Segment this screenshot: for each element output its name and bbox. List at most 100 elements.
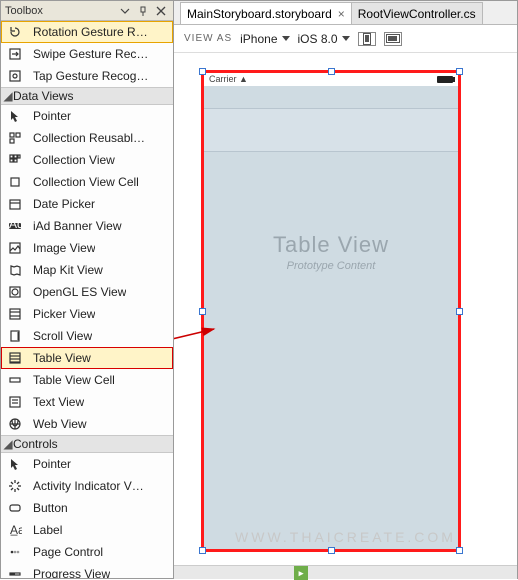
collapse-icon: ◢ (3, 437, 13, 451)
toolbox-item-text[interactable]: Text View (1, 391, 173, 413)
toolbox-item-label: Collection Reusabl… (33, 131, 145, 145)
resize-handle[interactable] (199, 547, 206, 554)
scroll-icon (7, 328, 23, 344)
toolbox-item-label: Page Control (33, 545, 103, 559)
svg-text:A̲a: A̲a (10, 523, 22, 537)
toolbox-item-label: Activity Indicator V… (33, 479, 144, 493)
toolbox-item-activity[interactable]: Activity Indicator V… (1, 475, 173, 497)
resize-handle[interactable] (328, 68, 335, 75)
toolbox-item-rotate[interactable]: Rotation Gesture R… (1, 21, 173, 43)
toolbox-item-label: OpenGL ES View (33, 285, 126, 299)
toolbox-item-web[interactable]: Web View (1, 413, 173, 435)
tab-label: RootViewController.cs (358, 7, 476, 21)
toolbox-list: Rotation Gesture R… Swipe Gesture Rec… Tap… (1, 21, 173, 578)
design-canvas[interactable]: Carrier ▲ Table View Prototype Content (174, 53, 517, 565)
toolbox-item-label: Collection View (33, 153, 115, 167)
watermark-text: WWW.THAICREATE.COM (235, 529, 456, 545)
toolbox-item-label: Label (33, 523, 62, 537)
tab-storyboard[interactable]: MainStoryboard.storyboard × (180, 2, 352, 24)
toolbox-item-collview[interactable]: Collection View (1, 149, 173, 171)
activity-icon (7, 478, 23, 494)
toolbox-item-label: Tap Gesture Recog… (33, 69, 148, 83)
toolbox-item-label: Swipe Gesture Rec… (33, 47, 148, 61)
toolbox-item-opengl[interactable]: OpenGL ES View (1, 281, 173, 303)
toolbox-item-table[interactable]: Table View (1, 347, 173, 369)
toolbox-item-pointer[interactable]: Pointer (1, 105, 173, 127)
pointer-icon (7, 456, 23, 472)
toolbox-item-picker[interactable]: Picker View (1, 303, 173, 325)
toolbox-item-label: Text View (33, 395, 84, 409)
toolbox-item-tablecell[interactable]: Table View Cell (1, 369, 173, 391)
group-header-controls[interactable]: ◢Controls (1, 435, 173, 453)
battery-icon (437, 76, 453, 83)
prototype-cell-row (203, 108, 459, 152)
button-icon (7, 500, 23, 516)
phone-frame[interactable]: Carrier ▲ Table View Prototype Content (202, 71, 460, 551)
toolbox-item-scroll[interactable]: Scroll View (1, 325, 173, 347)
resize-handle[interactable] (199, 68, 206, 75)
toolbox-item-label: Pointer (33, 109, 71, 123)
group-header-data-views[interactable]: ◢Data Views (1, 87, 173, 105)
carrier-label: Carrier ▲ (209, 74, 248, 84)
close-icon[interactable] (153, 3, 169, 19)
pointer-icon (7, 108, 23, 124)
os-dropdown[interactable]: iOS 8.0 (298, 32, 350, 46)
picker-icon (7, 306, 23, 322)
pin-icon[interactable] (135, 3, 151, 19)
toolbox-item-progress[interactable]: Progress View (1, 563, 173, 578)
toolbox-item-map[interactable]: Map Kit View (1, 259, 173, 281)
toolbox-item-label: Table View Cell (33, 373, 115, 387)
toolbox-item-label: Web View (33, 417, 87, 431)
status-indicator-icon: ▸ (294, 566, 308, 580)
rotate-icon (7, 24, 23, 40)
document-tabstrip: MainStoryboard.storyboard × RootViewCont… (174, 1, 517, 25)
datepicker-icon (7, 196, 23, 212)
iad-icon: iAd (7, 218, 23, 234)
designer-panel: MainStoryboard.storyboard × RootViewCont… (174, 0, 518, 579)
toolbox-item-swipe[interactable]: Swipe Gesture Rec… (1, 43, 173, 65)
wifi-icon: ▲ (239, 74, 248, 84)
close-tab-icon[interactable]: × (338, 7, 345, 21)
toolbox-item-label: Date Picker (33, 197, 95, 211)
device-dropdown[interactable]: iPhone (240, 32, 289, 46)
toolbox-item-collreuse[interactable]: Collection Reusabl… (1, 127, 173, 149)
toolbox-item-datepicker[interactable]: Date Picker (1, 193, 173, 215)
orientation-portrait-icon[interactable] (358, 32, 376, 46)
chevron-down-icon (282, 36, 290, 41)
toolbox-item-label: Scroll View (33, 329, 92, 343)
device-value: iPhone (240, 32, 277, 46)
toolbox-item-iad[interactable]: iAdiAd Banner View (1, 215, 173, 237)
toolbox-item-collcell[interactable]: Collection View Cell (1, 171, 173, 193)
tab-label: MainStoryboard.storyboard (187, 7, 332, 21)
resize-handle[interactable] (456, 547, 463, 554)
group-label: Controls (13, 437, 58, 451)
label-icon: A̲a (7, 522, 23, 538)
os-value: iOS 8.0 (298, 32, 338, 46)
toolbox-item-label: Table View (33, 351, 91, 365)
toolbox-item-image[interactable]: Image View (1, 237, 173, 259)
resize-handle[interactable] (199, 308, 206, 315)
collview-icon (7, 152, 23, 168)
resize-handle[interactable] (456, 68, 463, 75)
toolbox-item-label: Button (33, 501, 68, 515)
orientation-landscape-icon[interactable] (384, 32, 402, 46)
pagectrl-icon (7, 544, 23, 560)
resize-handle[interactable] (456, 308, 463, 315)
window-dropdown-icon[interactable] (117, 3, 133, 19)
toolbox-item-pointer[interactable]: Pointer (1, 453, 173, 475)
swipe-icon (7, 46, 23, 62)
viewas-bar: VIEW AS iPhone iOS 8.0 (174, 25, 517, 53)
opengl-icon (7, 284, 23, 300)
toolbox-item-button[interactable]: Button (1, 497, 173, 519)
tab-rootviewcontroller[interactable]: RootViewController.cs (351, 2, 483, 24)
table-view-placeholder[interactable]: Table View Prototype Content (203, 86, 459, 550)
toolbox-item-label[interactable]: A̲a Label (1, 519, 173, 541)
resize-handle[interactable] (328, 547, 335, 554)
chevron-down-icon (342, 36, 350, 41)
toolbox-panel: Toolbox Rotation Gesture R…Swipe Gesture… (0, 0, 174, 579)
tap-icon (7, 68, 23, 84)
toolbox-item-label: Image View (33, 241, 95, 255)
toolbox-item-pagectrl[interactable]: Page Control (1, 541, 173, 563)
svg-text:iAd: iAd (8, 219, 22, 231)
toolbox-item-tap[interactable]: Tap Gesture Recog… (1, 65, 173, 87)
